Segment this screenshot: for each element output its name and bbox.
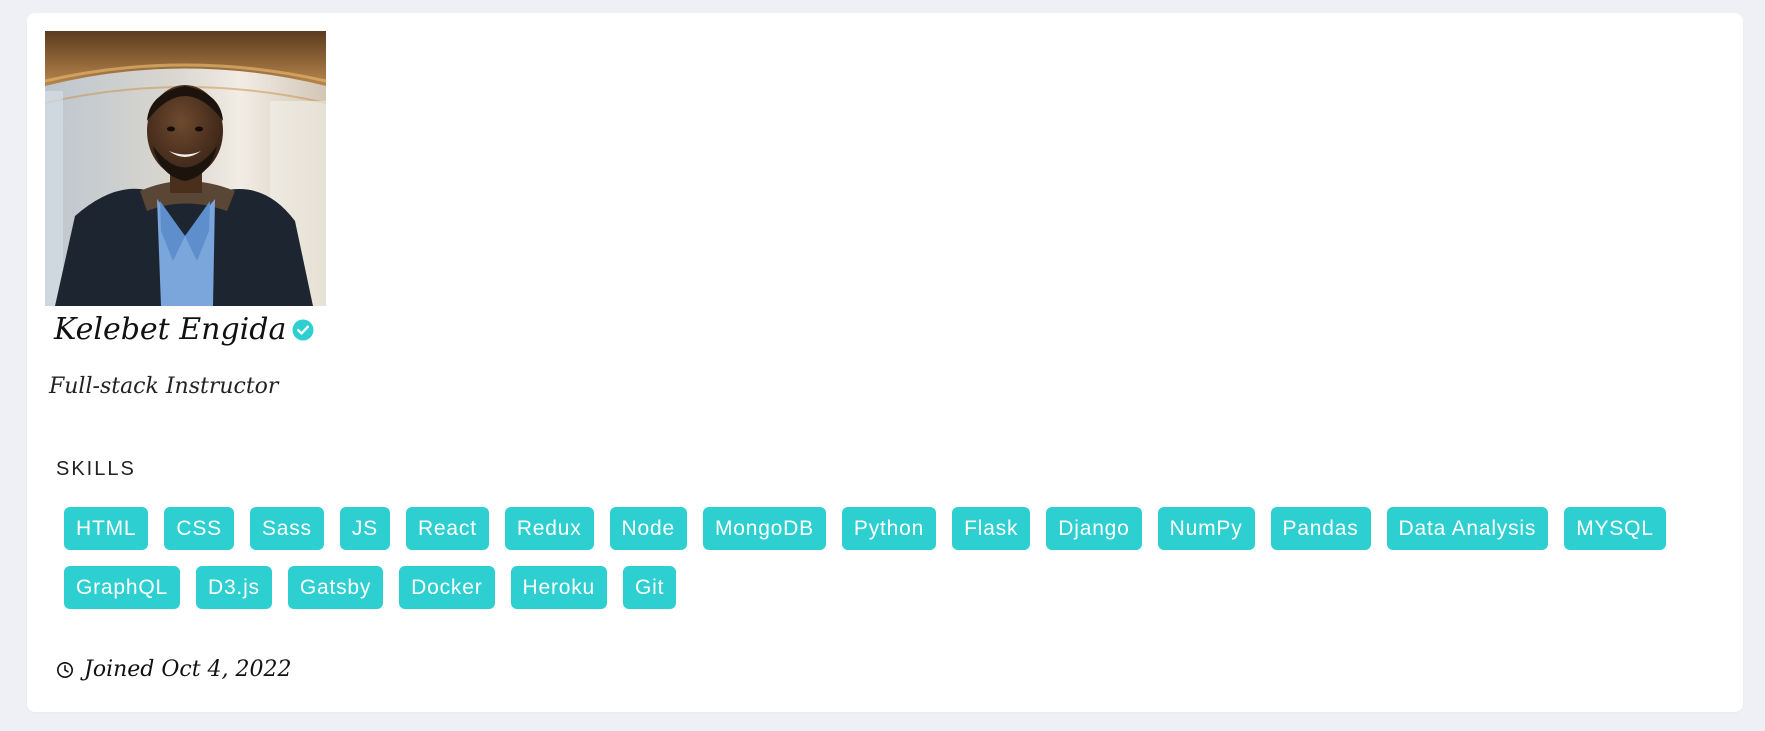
- avatar: [45, 31, 326, 306]
- skill-tag[interactable]: Docker: [399, 566, 495, 609]
- skill-tag[interactable]: Django: [1046, 507, 1142, 550]
- skill-tag[interactable]: Pandas: [1270, 507, 1371, 550]
- skill-tag[interactable]: Node: [609, 507, 687, 550]
- profile-role: Full-stack Instructor: [49, 374, 279, 399]
- skill-tag[interactable]: Data Analysis: [1386, 507, 1549, 550]
- skill-tag[interactable]: NumPy: [1157, 507, 1255, 550]
- skill-tag[interactable]: Heroku: [510, 566, 607, 609]
- skill-tag[interactable]: React: [405, 507, 489, 550]
- skill-tag[interactable]: CSS: [164, 507, 234, 550]
- skill-tag[interactable]: Flask: [952, 507, 1031, 550]
- skill-tag[interactable]: MYSQL: [1564, 507, 1666, 550]
- joined-date: Joined Oct 4, 2022: [84, 657, 292, 682]
- profile-name: Kelebet Engida: [54, 312, 287, 347]
- skill-tag[interactable]: Gatsby: [287, 566, 384, 609]
- avatar-image: [45, 31, 326, 306]
- skill-tag[interactable]: Git: [623, 566, 677, 609]
- clock-icon: [56, 661, 74, 679]
- skill-tag[interactable]: Sass: [249, 507, 324, 550]
- skill-tag[interactable]: GraphQL: [64, 566, 180, 609]
- skill-tag[interactable]: Python: [841, 507, 937, 550]
- skills-list: HTML CSS Sass JS React Redux Node MongoDB Python…: [64, 507, 1714, 609]
- skills-heading: SKILLS: [56, 458, 136, 480]
- skill-tag[interactable]: D3.js: [195, 566, 272, 609]
- profile-card: Kelebet Engida Full-stack Instructor SKI…: [27, 13, 1743, 712]
- verified-check-icon: [292, 319, 314, 341]
- skill-tag[interactable]: HTML: [64, 507, 149, 550]
- skill-tag[interactable]: JS: [339, 507, 390, 550]
- skill-tag[interactable]: Redux: [504, 507, 594, 550]
- joined-info: Joined Oct 4, 2022: [56, 659, 292, 681]
- skill-tag[interactable]: MongoDB: [702, 507, 826, 550]
